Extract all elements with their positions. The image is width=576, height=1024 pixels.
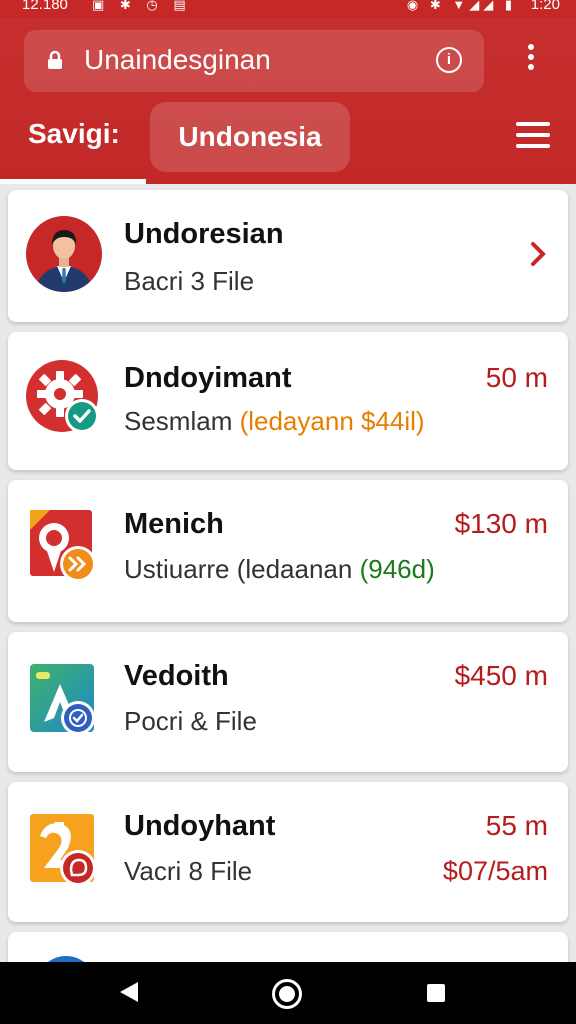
item-amount: $130 m xyxy=(454,508,548,539)
list-item[interactable]: Dndoyimant Sesmlam (ledayann $44il) 50 m xyxy=(8,332,568,470)
item-title: Menich xyxy=(124,508,224,540)
back-icon[interactable] xyxy=(118,980,140,1004)
item-subtitle: Ustiuarre (ledaanan (946d) xyxy=(124,554,435,584)
menu-icon[interactable] xyxy=(516,122,550,150)
status-bar: 12.180 ▣ ✱ ◷ ▤ ◉ ✱ ▼◢◢ ▮ 1:20 xyxy=(0,0,576,18)
tab-savigi[interactable]: Savigi: xyxy=(28,118,120,150)
search-text: Unaindesginan xyxy=(84,44,271,75)
lock-icon xyxy=(48,50,62,69)
more-options-icon[interactable] xyxy=(520,44,542,78)
item-title: Vedoith xyxy=(124,660,229,692)
home-icon[interactable] xyxy=(272,979,302,1009)
app-verified-icon xyxy=(30,664,95,735)
search-bar[interactable]: Unaindesginan i xyxy=(24,30,484,92)
item-title: Undoyhant xyxy=(124,810,276,842)
recents-icon[interactable] xyxy=(427,984,445,1002)
list-item[interactable]: Undoyhant Vacri 8 File 55 m $07/5am xyxy=(8,782,568,922)
app-bar: Unaindesginan i Savigi: Undonesia xyxy=(0,18,576,184)
list-item[interactable]: Vedoith Pocri & File $450 m xyxy=(8,632,568,772)
gear-check-icon xyxy=(26,360,99,433)
system-icons: ◉ ✱ ▼◢◢ ▮ xyxy=(406,0,516,12)
list-item[interactable]: Undoresian Bacri 3 File xyxy=(8,190,568,322)
status-clock: 1:20 xyxy=(530,0,560,13)
item-amount: $450 m xyxy=(454,660,548,691)
chip-label: Undonesia xyxy=(178,121,322,152)
pin-forward-icon xyxy=(30,510,96,582)
person-avatar-icon xyxy=(26,216,102,292)
item-subtitle: Sesmlam (ledayann $44il) xyxy=(124,406,425,436)
chevron-right-icon[interactable] xyxy=(528,240,548,268)
info-icon[interactable]: i xyxy=(436,47,462,73)
tab-indicator xyxy=(0,179,146,184)
item-title: Undoresian xyxy=(124,218,284,250)
list-item[interactable]: Menich Ustiuarre (ledaanan (946d) $130 m xyxy=(8,480,568,622)
item-amount: 55 m xyxy=(485,810,548,841)
status-time: 12.180 xyxy=(22,0,68,13)
shape-badge-icon xyxy=(30,814,96,886)
item-amount: 50 m xyxy=(485,362,548,393)
filter-chip[interactable]: Undonesia xyxy=(150,102,350,172)
item-subtitle: Pocri & File xyxy=(124,706,257,736)
notification-icons: ▣ ✱ ◷ ▤ xyxy=(92,0,192,12)
system-nav-bar xyxy=(0,962,576,1024)
item-subtitle: Vacri 8 File xyxy=(124,856,253,886)
item-amount-secondary: $07/5am xyxy=(442,856,548,886)
item-subtitle: Bacri 3 File xyxy=(124,266,255,296)
item-title: Dndoyimant xyxy=(124,362,292,394)
